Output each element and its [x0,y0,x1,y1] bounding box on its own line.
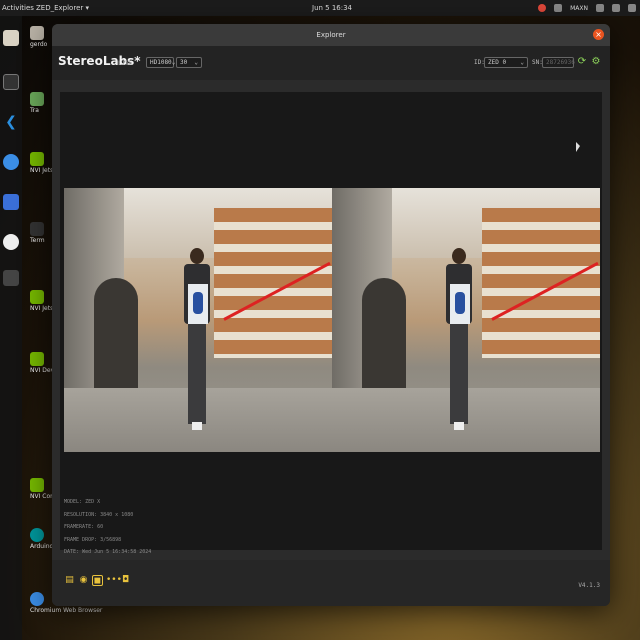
app-menu[interactable]: ZED_Explorer ▾ [36,4,89,12]
camera-icon[interactable]: ◘ [120,575,131,586]
record-icon[interactable]: ◼ [92,575,103,586]
info-date: DATE: Wed Jun 5 16:34:58 2024 [64,549,152,555]
desktop-item-home[interactable]: gerdo [30,26,47,48]
terminal-icon[interactable] [3,74,19,90]
top-bar: Activities ZED_Explorer ▾ Jun 5 16:34 MA… [0,0,640,16]
window-title: Explorer [316,31,346,39]
info-frame-drop: FRAME DROP: 3/56898 [64,536,122,543]
power-icon[interactable] [628,4,636,12]
desktop-item-terminal[interactable]: Term [30,222,45,244]
toolbar: StereoLabs* LIVE HD1080 ⌄ 30 ⌄ ID: ZED 0… [52,46,610,80]
network-icon[interactable] [596,4,604,12]
desktop-item-label: Chromium Web Browser [30,607,103,614]
nvidia-icon [30,352,44,366]
camera-info-panel: MODEL: ZED X RESOLUTION: 3840 x 1080 FRA… [64,496,151,559]
trash-icon [30,92,44,106]
left-camera-image [64,188,332,452]
info-framerate: FRAMERATE: 60 [64,524,104,530]
live-badge: LIVE [118,60,133,67]
right-camera-image [332,188,600,452]
folder-icon [30,26,44,40]
obs-icon[interactable] [3,234,19,250]
chevron-down-icon: ⌄ [520,59,524,66]
files-icon[interactable] [3,30,19,46]
nvidia-icon[interactable] [554,4,563,12]
version-label: V4.1.3 [578,582,600,589]
bottom-toolbar: ▤ ◉ ◼ ••• ◘ V4.1.3 [52,560,610,606]
nvidia-icon [30,478,44,492]
stereo-video-feed [64,188,600,452]
app-icon[interactable] [3,270,19,286]
camera-id-value: ZED 0 [488,59,507,66]
desktop-item-label: gerdo [30,41,48,48]
terminal-icon [30,222,44,236]
info-model: MODEL: ZED X [64,499,101,505]
clock[interactable]: Jun 5 16:34 [312,4,352,12]
info-resolution: RESOLUTION: 3840 x 1080 [64,511,134,518]
resolution-value: HD1080 [150,59,172,66]
folder-icon[interactable]: ▤ [64,575,75,586]
stream-icon[interactable]: ◉ [78,575,89,586]
camera-id-select[interactable]: ZED 0 ⌄ [484,57,528,68]
window-titlebar[interactable]: Explorer × [52,24,610,46]
chromium-icon[interactable] [3,154,19,170]
chevron-down-icon: ⌄ [171,59,176,66]
vscode-icon[interactable]: ❮ [3,114,19,130]
desktop-item-label: Tra [30,107,39,114]
explorer-window: Explorer × StereoLabs* LIVE HD1080 ⌄ 30 … [52,24,610,606]
refresh-icon[interactable]: ⟳ [576,56,588,68]
power-mode-label[interactable]: MAXN [570,5,588,12]
mouse-cursor [576,142,580,152]
serial-number-value: 28726936 [546,59,575,66]
screen-icon[interactable] [3,194,19,210]
serial-number-field: 28726936 [542,57,575,68]
more-icon[interactable]: ••• [106,575,122,586]
nvidia-icon [30,290,44,304]
nvidia-icon [30,152,44,166]
activities-button[interactable]: Activities [2,4,34,12]
notification-icon[interactable] [538,4,547,12]
fps-value: 30 [180,59,188,66]
desktop-item-label: Term [30,237,45,244]
resolution-select[interactable]: HD1080 ⌄ [146,57,176,68]
gear-icon[interactable]: ⚙ [590,56,602,68]
fps-select[interactable]: 30 ⌄ [176,57,202,68]
system-tray: MAXN [538,4,636,12]
chevron-down-icon: ⌄ [194,59,198,66]
chromium-icon [30,592,44,606]
arduino-icon [30,528,44,542]
close-button[interactable]: × [593,29,604,40]
volume-icon[interactable] [612,4,620,12]
video-viewer[interactable] [60,92,602,550]
desktop-item-trash[interactable]: Tra [30,92,44,114]
dock: ❮ [0,16,22,640]
